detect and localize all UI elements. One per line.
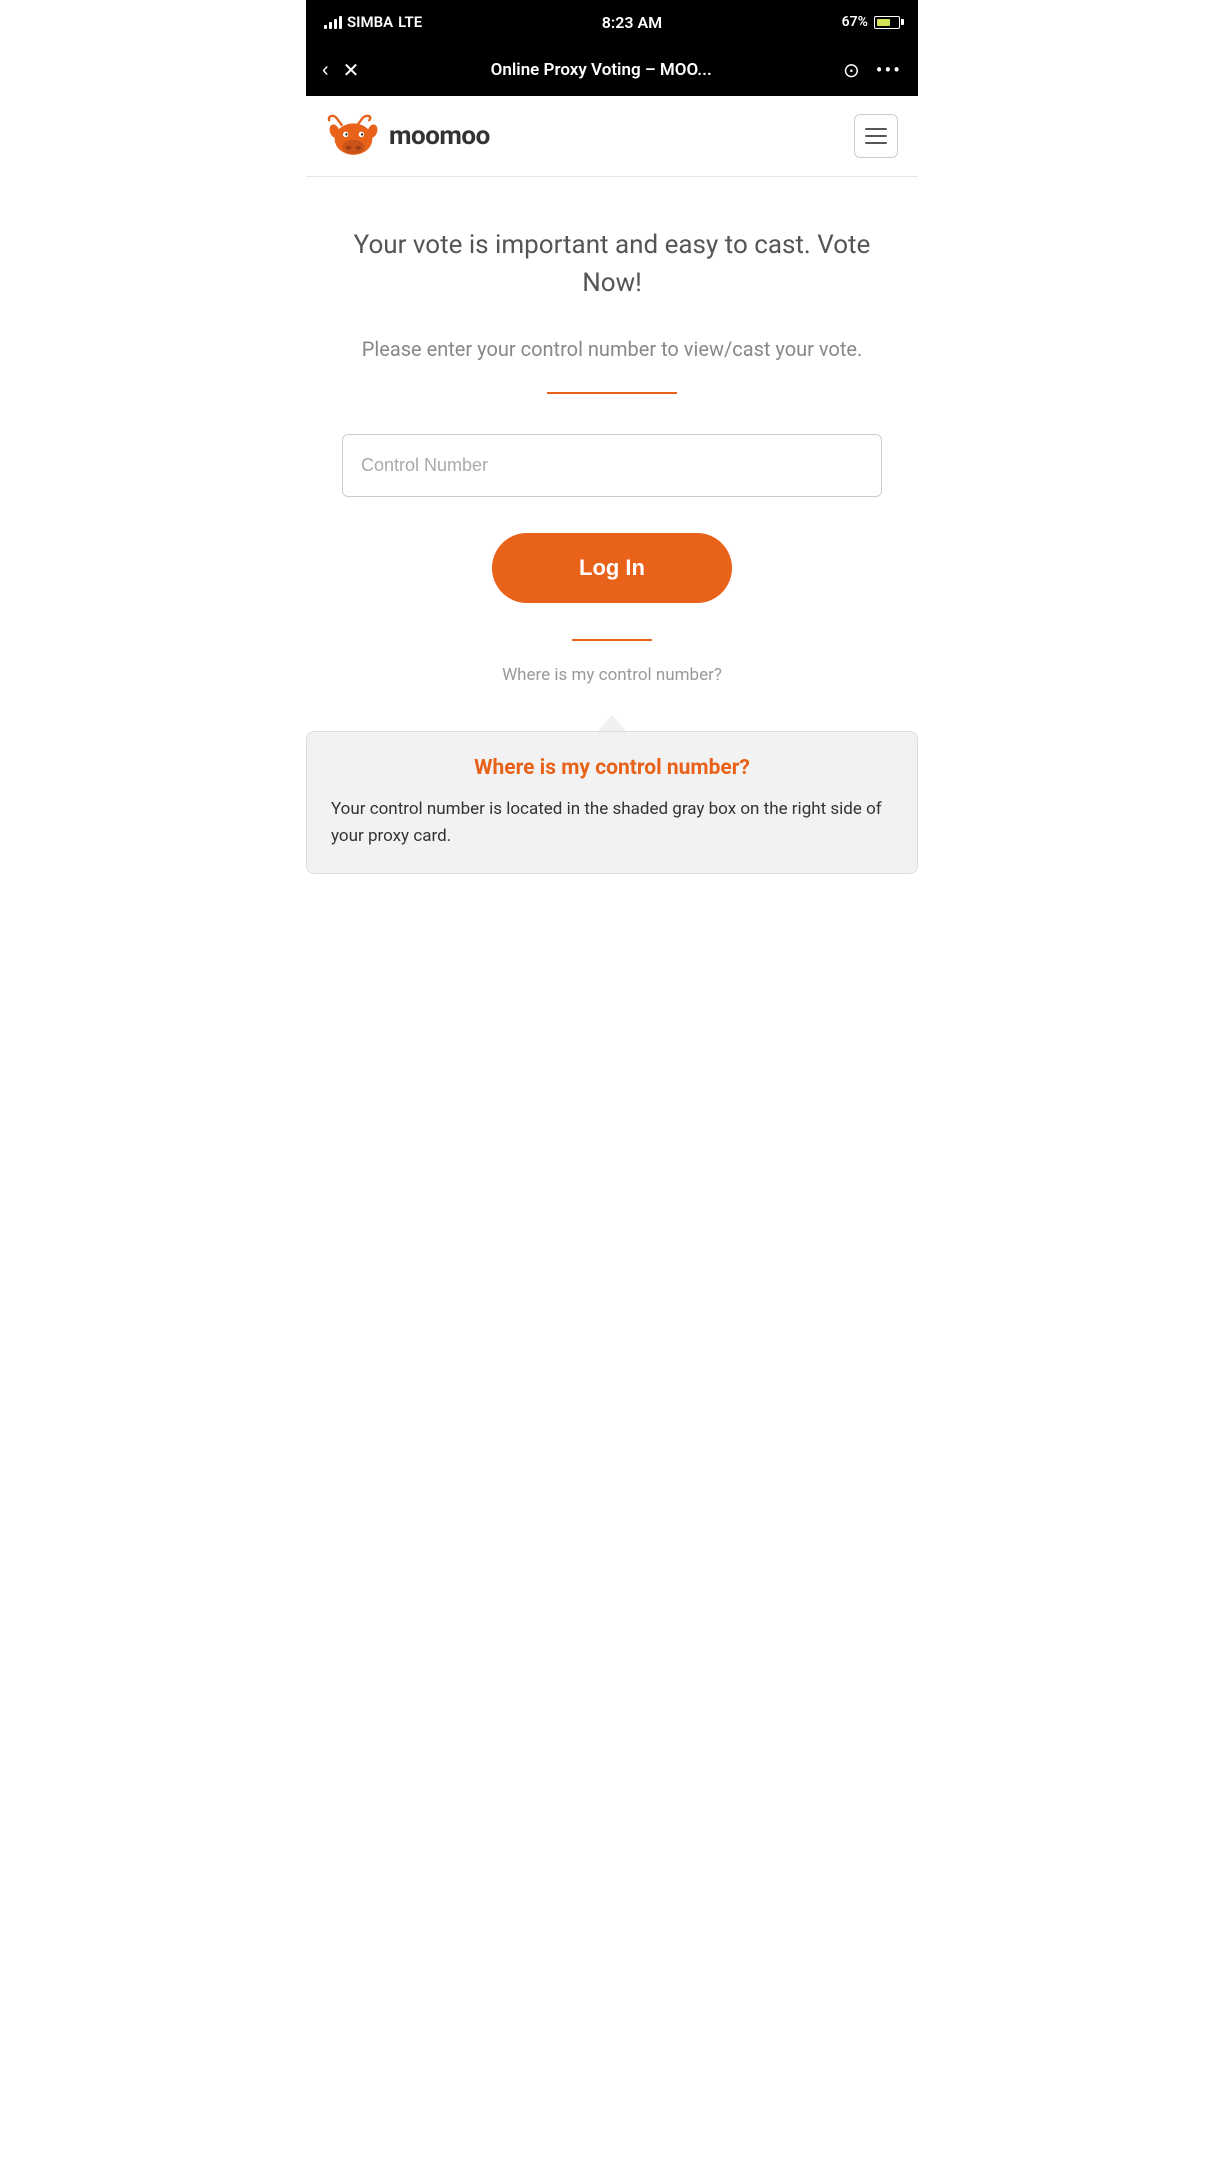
hamburger-line-1 xyxy=(865,128,887,130)
network-label: LTE xyxy=(398,13,422,31)
header: moomoo xyxy=(306,96,918,177)
battery-percent: 67% xyxy=(842,14,868,30)
logo-text: moomoo xyxy=(389,121,490,151)
divider-bottom xyxy=(572,639,652,641)
browser-nav-icons: ⊙ ••• xyxy=(843,58,902,82)
battery-icon xyxy=(874,16,900,29)
status-bar-left: SIMBA LTE xyxy=(324,13,422,31)
logo: moomoo xyxy=(326,114,490,158)
browser-nav-bar: ‹ ✕ Online Proxy Voting – MOO... ⊙ ••• xyxy=(306,44,918,96)
search-icon[interactable]: ⊙ xyxy=(843,58,860,82)
vote-headline: Your vote is important and easy to cast.… xyxy=(342,227,882,302)
hamburger-line-3 xyxy=(865,142,887,144)
where-control-link[interactable]: Where is my control number? xyxy=(342,665,882,685)
hamburger-line-2 xyxy=(865,135,887,137)
back-icon: ‹ xyxy=(322,59,329,82)
tooltip-arrow xyxy=(598,715,626,731)
control-number-input[interactable] xyxy=(342,434,882,497)
moomoo-logo-icon xyxy=(326,114,381,158)
carrier-label: SIMBA xyxy=(347,13,393,31)
info-panel-body: Your control number is located in the sh… xyxy=(331,796,893,849)
close-button[interactable]: ✕ xyxy=(343,58,360,83)
info-panel-title: Where is my control number? xyxy=(331,756,893,780)
back-button[interactable]: ‹ xyxy=(322,59,329,82)
close-icon: ✕ xyxy=(343,58,360,83)
more-icon[interactable]: ••• xyxy=(876,58,902,82)
browser-title: Online Proxy Voting – MOO... xyxy=(373,60,829,80)
main-content: Your vote is important and easy to cast.… xyxy=(306,177,918,715)
status-bar: SIMBA LTE 8:23 AM 67% xyxy=(306,0,918,44)
vote-subtitle: Please enter your control number to view… xyxy=(342,334,882,364)
signal-icon xyxy=(324,15,342,29)
status-bar-right: 67% xyxy=(842,14,900,30)
info-panel: Where is my control number? Your control… xyxy=(306,731,918,874)
menu-button[interactable] xyxy=(854,114,898,158)
divider-top xyxy=(547,392,677,394)
login-button[interactable]: Log In xyxy=(492,533,732,603)
status-time: 8:23 AM xyxy=(602,13,662,32)
